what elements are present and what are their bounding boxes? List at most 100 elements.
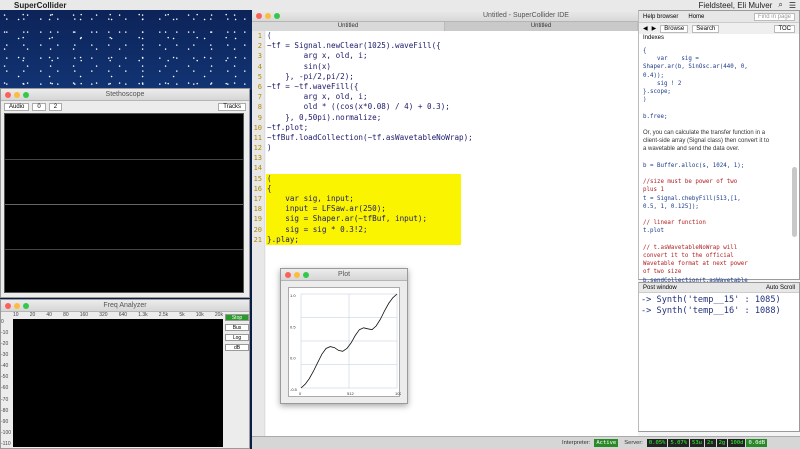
close-icon[interactable] <box>5 91 11 98</box>
server-stat: 5.07% <box>668 439 690 447</box>
search-button[interactable]: Search <box>692 24 720 33</box>
close-icon[interactable] <box>5 302 11 309</box>
zoom-icon[interactable] <box>23 91 29 98</box>
minimize-icon[interactable] <box>265 12 271 19</box>
db-scale: 0 -10 -20 -30 -40 -50 -60 -70 -80 -90 -100 -110 <box>1 319 13 447</box>
db-tick: -100 <box>1 429 12 436</box>
plot-area: 1.0 0.5 0.0 -0.50 512 1024 <box>288 287 405 397</box>
minimize-icon[interactable] <box>14 91 20 98</box>
freq-control-button[interactable]: Stop <box>225 314 249 321</box>
tab-document[interactable]: Untitled <box>445 22 638 31</box>
help-line: Shaper.ar(b, SinOsc.ar(440, 0, <box>643 64 748 71</box>
toc-button[interactable]: TOC <box>774 24 795 33</box>
minimize-icon[interactable] <box>294 271 300 278</box>
help-line: var sig = <box>643 56 699 63</box>
help-line: 0.4)); <box>643 72 664 79</box>
line-number: 1 <box>257 32 262 40</box>
line-number: 18 <box>253 205 262 214</box>
forward-icon[interactable]: ▶ <box>652 25 657 32</box>
line-number: 4 <box>257 62 262 71</box>
freq-control-button[interactable]: Bus <box>225 324 249 331</box>
help-line: // linear function <box>643 220 706 227</box>
menu-list-icon[interactable]: ☰ <box>789 1 796 10</box>
tab-document[interactable]: Untitled <box>252 22 445 31</box>
post-line: -> Synth('temp__16' : 1088) <box>641 306 781 316</box>
freq-control-button[interactable]: Log <box>225 334 249 341</box>
code-line: var sig, input; <box>266 194 461 205</box>
line-number: 7 <box>257 93 262 102</box>
channels-field[interactable]: 2 <box>48 102 63 111</box>
user-name[interactable]: Fieldsteel, Eli Mulver <box>699 1 773 10</box>
code-line: arg x, old, i; <box>267 92 368 102</box>
db-tick: -40 <box>1 363 9 370</box>
help-line <box>643 211 789 219</box>
post-line: -> Synth('temp__15' : 1085) <box>641 295 781 305</box>
line-number: 11 <box>253 133 262 142</box>
server-stats[interactable]: 0.05% 5.07% 53u 2s 2g 100d 0.0dB <box>646 439 768 447</box>
freq-control-button[interactable]: dB <box>225 344 249 351</box>
help-line <box>643 121 789 129</box>
db-tick: -50 <box>1 374 9 381</box>
stethoscope-titlebar[interactable]: Stethoscope <box>1 89 249 101</box>
plot-y-tick: -0.5 <box>290 387 298 392</box>
plot-y-tick: 0.0 <box>290 356 296 361</box>
help-line: a wavetable and send the data over. <box>643 146 740 153</box>
scope-centerline <box>5 159 243 160</box>
frequency-tick: 160 <box>79 312 89 318</box>
plot-titlebar[interactable]: Plot <box>281 269 407 281</box>
line-number: 21 <box>253 235 262 244</box>
auto-scroll-toggle[interactable]: Auto Scroll <box>766 285 795 291</box>
menu-bar: SuperCollider Fieldsteel, Eli Mulver ⌕ ☰ <box>0 0 800 10</box>
help-scrollbar[interactable] <box>792 47 797 277</box>
line-number: 5 <box>257 72 262 81</box>
plot-x-tick: 1024 <box>395 391 401 396</box>
db-tick: -80 <box>1 407 9 414</box>
zoom-icon[interactable] <box>23 302 29 309</box>
zoom-icon[interactable] <box>274 12 280 19</box>
freq-analyzer-titlebar[interactable]: Freq Analyzer <box>1 300 249 312</box>
interpreter-label: Interpreter: <box>562 440 591 446</box>
code-line: old * ((cos(x*0.08) / 4) + 0.3); <box>267 102 450 112</box>
close-icon[interactable] <box>256 12 262 19</box>
line-number: 16 <box>253 184 262 193</box>
code-line: arg x, old, i; <box>267 51 368 61</box>
indexes-label[interactable]: Indexes <box>643 35 664 41</box>
help-line: t.plot <box>643 228 664 235</box>
code-line: input = LFSaw.ar(250); <box>266 204 461 215</box>
interpreter-status[interactable]: Active <box>594 439 619 447</box>
code-line: ~tf.plot; <box>267 122 309 132</box>
frequency-tick: 5k <box>179 312 185 318</box>
browse-button[interactable]: Browse <box>660 24 689 33</box>
post-window-title: Post window <box>643 284 677 291</box>
app-menu[interactable]: SuperCollider <box>14 1 66 10</box>
plot-y-tick: 0.5 <box>290 324 296 329</box>
scope-centerline <box>5 249 243 250</box>
frequency-tick: 1.3k <box>138 312 148 318</box>
index-field[interactable]: 0 <box>32 102 46 111</box>
plot-x-tick: 0 <box>299 391 302 396</box>
back-icon[interactable]: ◀ <box>643 25 648 32</box>
server-stat: 0.0dB <box>746 439 768 447</box>
close-icon[interactable] <box>285 271 291 278</box>
code-line: ~tf = ~tf.waveFill({ <box>267 81 359 91</box>
server-stat: 53u <box>690 439 704 447</box>
find-in-page-input[interactable]: Find in page <box>753 12 795 21</box>
rate-select[interactable]: Audio <box>4 102 30 111</box>
plot-window: Plot 1.0 0.5 0.0 -0.50 512 1024 <box>280 268 408 404</box>
help-content: { var sig = Shaper.ar(b, SinOsc.ar(440, 0… <box>643 47 789 293</box>
search-icon[interactable]: ⌕ <box>778 0 782 10</box>
help-line: b = Buffer.alloc(s, 1024, 1); <box>643 162 745 169</box>
help-line: Or, you can calculate the transfer funct… <box>643 130 766 137</box>
line-number: 10 <box>253 123 262 132</box>
help-line: sig ! 2 <box>643 80 682 87</box>
line-number: 17 <box>253 195 262 203</box>
freq-analyzer-title: Freq Analyzer <box>103 302 147 309</box>
minimize-icon[interactable] <box>14 302 20 309</box>
style-select[interactable]: Tracks <box>218 102 246 111</box>
home-button[interactable]: Home <box>688 14 704 20</box>
frequency-tick: 20k <box>214 312 223 318</box>
spectrum-display <box>13 319 223 447</box>
db-tick: -20 <box>1 341 9 348</box>
code-line: sig = sig * 0.3!2; <box>266 224 461 235</box>
zoom-icon[interactable] <box>303 271 309 278</box>
